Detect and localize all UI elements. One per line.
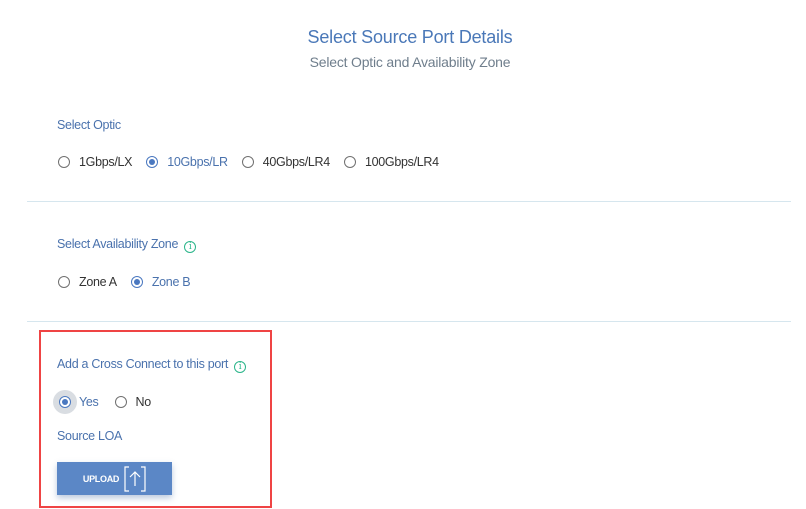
cross-connect-option-yes[interactable]: Yes <box>59 395 99 409</box>
zone-option-a[interactable]: Zone A <box>58 275 117 289</box>
radio-button[interactable] <box>146 156 159 168</box>
upload-button-label: UPLOAD <box>82 473 120 484</box>
optic-option-1gbps[interactable]: 1Gbps/LX <box>58 155 133 169</box>
cross-connect-label: Add a Cross Connect to this port i <box>57 357 247 373</box>
optic-radio-group: 1Gbps/LX 10Gbps/LR 40Gbps/LR4 100Gbps/LR… <box>58 155 453 169</box>
page-title: Select Source Port Details <box>307 27 513 47</box>
cross-connect-radio-group: Yes No <box>59 395 165 409</box>
zone-option-b[interactable]: Zone B <box>130 275 191 289</box>
info-icon[interactable]: i <box>234 361 247 373</box>
section-divider <box>27 321 791 322</box>
radio-button[interactable] <box>58 276 70 288</box>
source-loa-label: Source LOA <box>57 429 123 443</box>
zone-radio-group: Zone A Zone B <box>58 275 204 289</box>
optic-option-40gbps[interactable]: 40Gbps/LR4 <box>241 155 330 169</box>
upload-button[interactable]: UPLOAD <box>57 462 172 495</box>
select-optic-label: Select Optic <box>57 118 121 132</box>
radio-button[interactable] <box>343 156 356 168</box>
upload-arrow-icon <box>124 465 146 492</box>
optic-option-100gbps[interactable]: 100Gbps/LR4 <box>343 155 439 169</box>
radio-button[interactable] <box>58 156 70 168</box>
info-icon[interactable]: i <box>184 241 197 253</box>
radio-button[interactable] <box>241 156 254 168</box>
page-subtitle: Select Optic and Availability Zone <box>309 54 511 70</box>
radio-button[interactable] <box>114 396 127 408</box>
select-zone-label: Select Availability Zone i <box>57 237 197 253</box>
radio-button[interactable] <box>130 276 143 288</box>
section-divider <box>27 201 791 202</box>
cross-connect-option-no[interactable]: No <box>114 395 151 409</box>
optic-option-10gbps[interactable]: 10Gbps/LR <box>146 155 228 169</box>
radio-button[interactable] <box>59 396 71 408</box>
